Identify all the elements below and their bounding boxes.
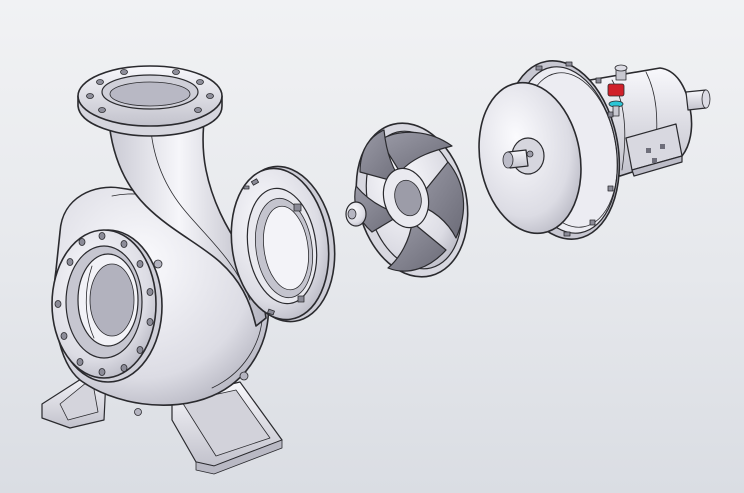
suction-flange	[51, 229, 163, 383]
bearing-frame	[478, 60, 711, 240]
discharge-flange	[77, 65, 223, 137]
impeller	[345, 122, 469, 278]
cad-drawing	[41, 60, 711, 475]
exploded-pump-view	[0, 0, 744, 493]
drive-shaft	[685, 89, 711, 111]
